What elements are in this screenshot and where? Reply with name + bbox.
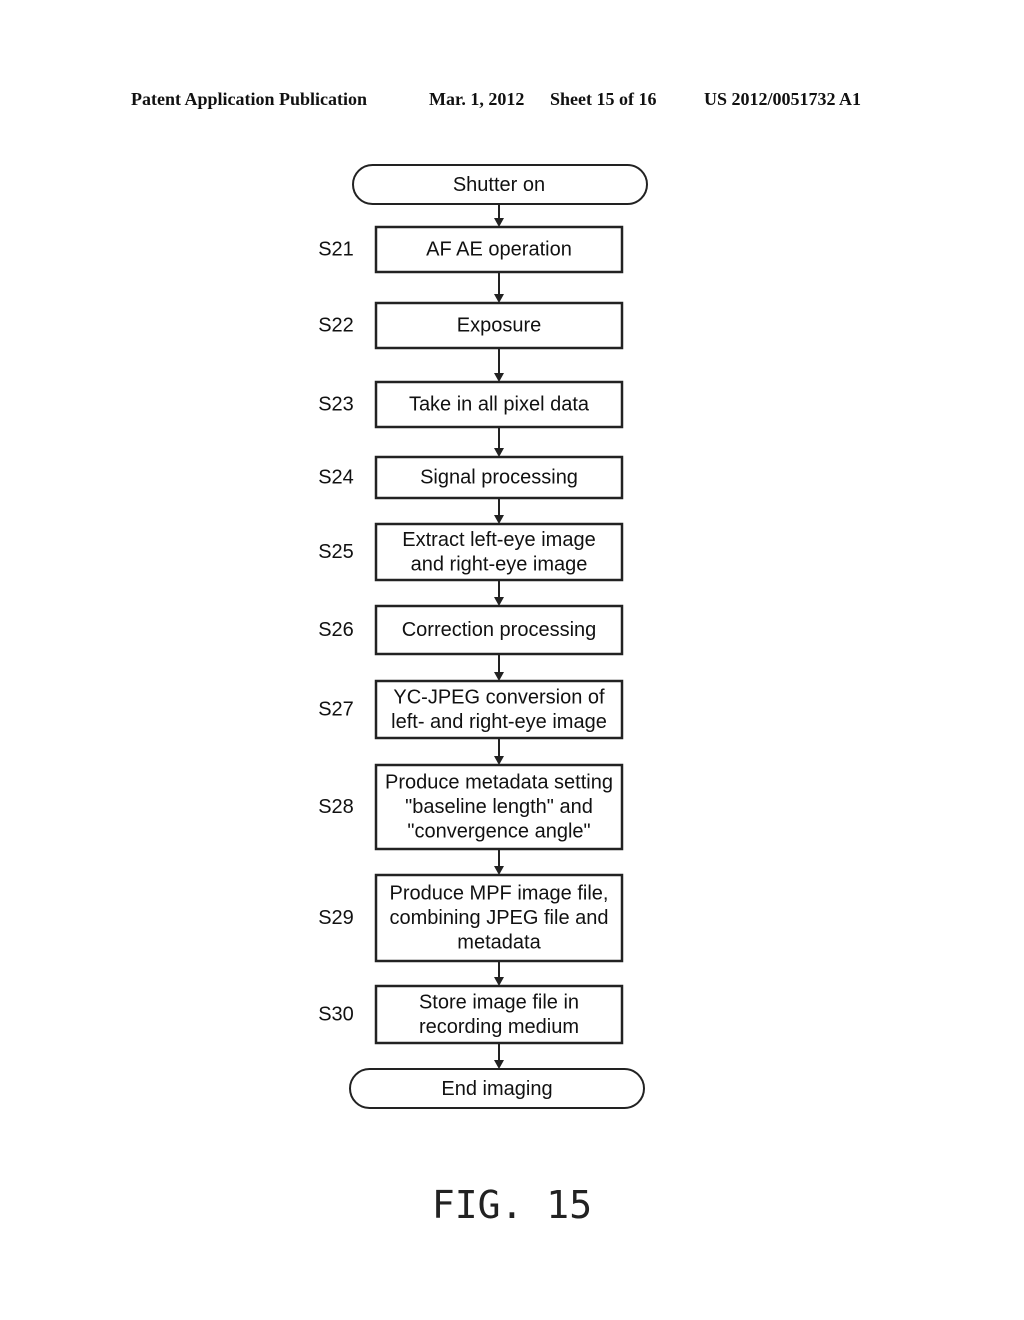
process-box-text: combining JPEG file and [389, 907, 608, 929]
flow-arrow-2-arrowhead [494, 373, 504, 382]
step-label-s30: S30 [318, 1004, 354, 1026]
process-box-text: "baseline length" and [405, 796, 593, 818]
step-label-s29: S29 [318, 907, 354, 929]
figure-label: FIG. 15 [431, 1183, 593, 1227]
step-label-s25: S25 [318, 541, 354, 563]
process-box-text: recording medium [419, 1016, 579, 1038]
flowchart: Shutter on AF AE operation S21 Exposure S22 T… [318, 164, 648, 1109]
flow-arrow-1-arrowhead [494, 294, 504, 303]
flow-arrow-7-arrowhead [494, 756, 504, 765]
process-box-text: Store image file in [419, 991, 579, 1013]
step-label-s22: S22 [318, 315, 354, 337]
flow-arrow-end-arrowhead [494, 1060, 504, 1069]
process-box-text: Take in all pixel data [409, 394, 590, 416]
flow-arrow-6-arrowhead [494, 672, 504, 681]
step-label-s28: S28 [318, 796, 354, 818]
process-box-text: Signal processing [420, 467, 578, 489]
process-box-text: Produce metadata setting [385, 772, 613, 794]
flow-arrow-4-arrowhead [494, 515, 504, 524]
process-box-text: left- and right-eye image [391, 711, 607, 733]
start-terminator-label: Shutter on [453, 174, 545, 196]
end-terminator-label: End imaging [441, 1078, 552, 1100]
flow-arrow-9-arrowhead [494, 977, 504, 986]
process-box-text: "convergence angle" [407, 821, 590, 843]
step-label-s26: S26 [318, 619, 354, 641]
process-box-text: Extract left-eye image [402, 529, 595, 551]
flow-arrow-5-arrowhead [494, 597, 504, 606]
step-label-s21: S21 [318, 239, 354, 261]
process-box-text: AF AE operation [426, 239, 572, 261]
flow-arrow-3-arrowhead [494, 448, 504, 457]
flow-arrow-8-arrowhead [494, 866, 504, 875]
process-box-text: Exposure [457, 315, 542, 337]
step-label-s24: S24 [318, 467, 354, 489]
process-box-text: metadata [457, 932, 541, 954]
process-box-text: Correction processing [402, 619, 597, 641]
step-label-s27: S27 [318, 699, 354, 721]
flow-arrow-0-arrowhead [494, 218, 504, 227]
step-label-s23: S23 [318, 394, 354, 416]
process-box-text: Produce MPF image file, [390, 883, 609, 905]
process-box-text: YC-JPEG conversion of [393, 686, 605, 708]
process-box-text: and right-eye image [411, 553, 588, 575]
